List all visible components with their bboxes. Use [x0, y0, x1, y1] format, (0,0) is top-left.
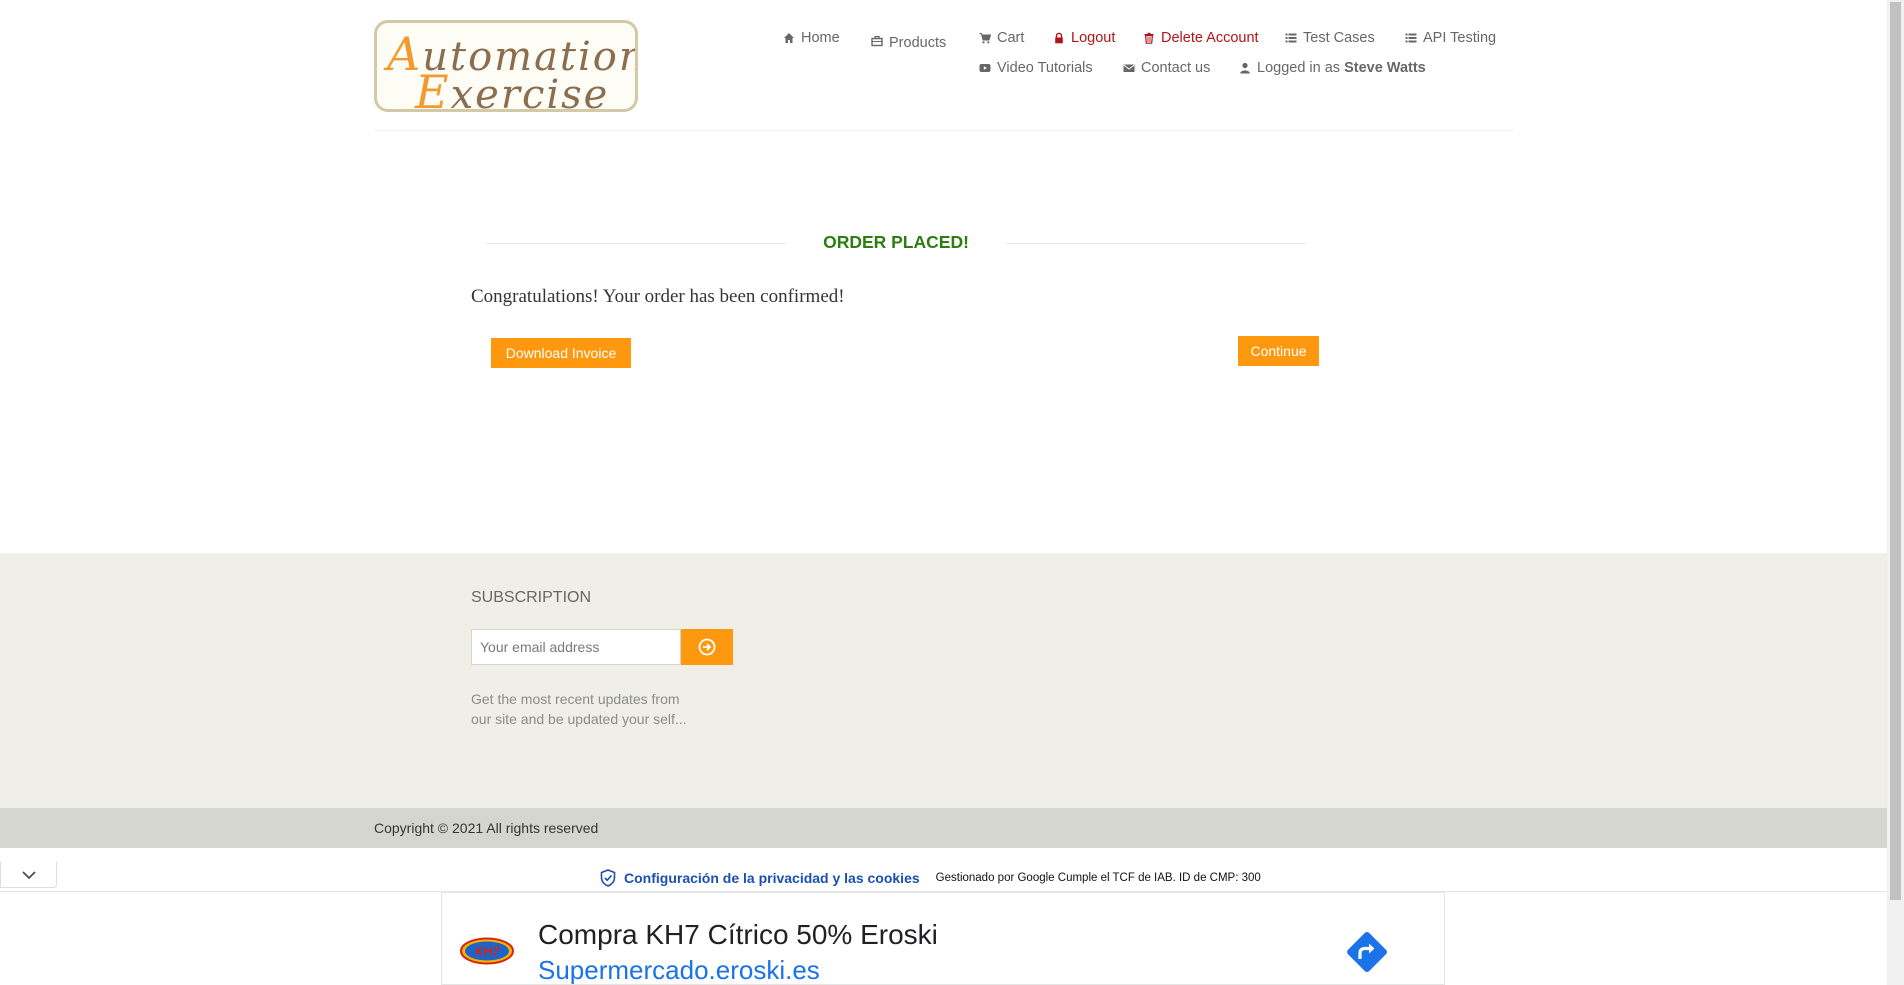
subscription-description: Get the most recent updates from our sit…: [471, 691, 687, 727]
ad-collapse-toggle[interactable]: [0, 862, 57, 888]
download-invoice-button[interactable]: Download Invoice: [491, 338, 631, 368]
nav-logout-label: Logout: [1071, 30, 1116, 46]
svg-text:KH7: KH7: [475, 945, 500, 959]
lock-icon: [1055, 32, 1063, 44]
ad-banner[interactable]: KH7 Compra KH7 Cítrico 50% Eroski Superm…: [441, 892, 1445, 985]
chevron-down-icon: [22, 871, 36, 880]
logo-line-2: Exercise: [415, 65, 610, 112]
nav-delete-account[interactable]: Delete Account: [1143, 30, 1259, 46]
vertical-scrollbar[interactable]: [1887, 0, 1904, 985]
nav-home-label: Home: [801, 30, 840, 46]
privacy-bar: Configuración de la privacidad y las coo…: [600, 869, 1261, 887]
envelope-icon: [1123, 64, 1135, 72]
nav-test-cases[interactable]: Test Cases: [1285, 30, 1375, 46]
nav-delete-account-label: Delete Account: [1161, 30, 1259, 46]
nav-cart-label: Cart: [997, 30, 1025, 46]
logged-in-text: Logged in as Steve Watts: [1257, 60, 1426, 76]
kh7-logo: KH7: [460, 937, 514, 965]
directions-arrow-icon[interactable]: [1342, 927, 1392, 977]
copyright-text: Copyright © 2021 All rights reserved: [374, 820, 599, 836]
shield-check-icon: [600, 869, 616, 887]
footer-bottom: [0, 808, 1887, 848]
nav-cart[interactable]: Cart: [979, 30, 1024, 46]
user-icon: [1240, 62, 1250, 74]
nav-video-tutorials-label: Video Tutorials: [997, 60, 1093, 76]
logged-in-username: Steve Watts: [1344, 60, 1426, 76]
nav-api-testing-label: API Testing: [1423, 30, 1497, 46]
site-logo[interactable]: Automation Exercise: [374, 20, 638, 112]
arrow-circle-right-icon: [698, 638, 716, 656]
trash-icon: [1144, 32, 1154, 44]
order-placed-heading: ORDER PLACED!: [486, 230, 1306, 256]
list-icon: [1285, 33, 1297, 43]
page-title: ORDER PLACED!: [823, 232, 969, 252]
confirmation-message: Congratulations! Your order has been con…: [471, 286, 845, 307]
nav-logout[interactable]: Logout: [1053, 30, 1115, 46]
nav-contact-us[interactable]: Contact us: [1123, 60, 1210, 76]
subscribe-button[interactable]: [681, 629, 733, 665]
nav-products-label: Products: [889, 35, 947, 51]
nav-video-tutorials[interactable]: Video Tutorials: [979, 60, 1093, 76]
nav-products[interactable]: Products: [871, 31, 946, 51]
nav-test-cases-label: Test Cases: [1303, 30, 1375, 46]
nav-api-testing[interactable]: API Testing: [1405, 30, 1496, 46]
footer-widget: [0, 553, 1887, 808]
continue-button[interactable]: Continue: [1238, 336, 1319, 366]
subscription-title: SUBSCRIPTION: [471, 589, 592, 606]
nav-home[interactable]: Home: [783, 30, 840, 46]
subscription-email-input[interactable]: [471, 629, 681, 665]
privacy-settings-link[interactable]: Configuración de la privacidad y las coo…: [624, 870, 920, 886]
cmp-note: Gestionado por Google Cumple el TCF de I…: [935, 872, 1261, 884]
briefcase-icon: [871, 35, 883, 47]
ad-title[interactable]: Compra KH7 Cítrico 50% Eroski: [538, 919, 938, 951]
ad-url[interactable]: Supermercado.eroski.es: [538, 955, 820, 984]
youtube-play-icon: [979, 64, 991, 72]
nav-contact-us-label: Contact us: [1141, 60, 1211, 76]
header-divider: [374, 130, 1514, 131]
nav-logged-in-user[interactable]: Logged in as Steve Watts: [1239, 60, 1426, 76]
home-icon: [784, 33, 794, 43]
list-icon: [1405, 33, 1417, 43]
cart-icon: [979, 33, 991, 44]
scrollbar-thumb[interactable]: [1890, 2, 1901, 900]
